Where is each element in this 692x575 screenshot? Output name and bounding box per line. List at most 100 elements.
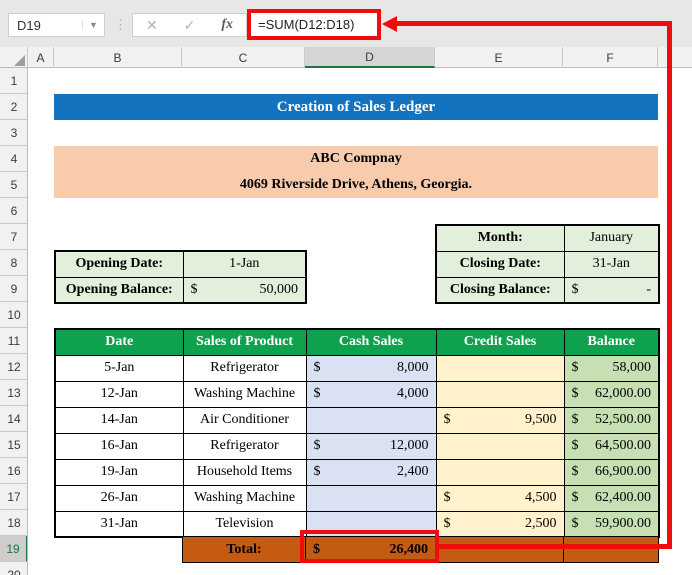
product-cell[interactable]: Television xyxy=(182,510,307,538)
total-credit-cell[interactable] xyxy=(435,536,564,563)
row-header-4[interactable]: 4 xyxy=(0,146,27,172)
credit-sales-cell[interactable]: $4,500 xyxy=(435,484,565,512)
date-cell[interactable]: 16-Jan xyxy=(54,432,184,460)
column-header-g-partial[interactable] xyxy=(658,47,692,68)
sheet-body[interactable]: Creation of Sales Ledger ABC Compnay 406… xyxy=(28,68,692,575)
row-header-10[interactable]: 10 xyxy=(0,302,27,328)
info-value-cell[interactable]: January xyxy=(563,224,660,252)
currency-sign: $ xyxy=(443,515,451,531)
title-banner-cell[interactable]: Creation of Sales Ledger xyxy=(54,94,658,120)
currency-sign: $ xyxy=(571,438,579,453)
row-header-20[interactable]: 20 xyxy=(0,562,27,575)
ledger-header-balance[interactable]: Balance xyxy=(563,328,660,356)
balance-cell[interactable]: $62,000.00 xyxy=(563,380,660,408)
credit-sales-cell[interactable]: $9,500 xyxy=(435,406,565,434)
row-header-17[interactable]: 17 xyxy=(0,484,27,510)
row-header-6[interactable]: 6 xyxy=(0,198,27,224)
balance-cell[interactable]: $66,900.00 xyxy=(563,458,660,486)
info-label-cell[interactable]: Month: xyxy=(435,224,565,252)
date-cell[interactable]: 14-Jan xyxy=(54,406,184,434)
amount: 12,000 xyxy=(390,438,429,453)
currency-sign: $ xyxy=(313,464,321,479)
company-banner-cell[interactable]: ABC Compnay 4069 Riverside Drive, Athens… xyxy=(54,146,658,198)
column-header-e[interactable]: E xyxy=(435,47,563,68)
credit-sales-cell[interactable]: $2,500 xyxy=(435,510,565,538)
name-box[interactable]: D19 ▼ xyxy=(8,13,105,37)
enter-icon[interactable]: ✓ xyxy=(184,17,196,34)
ledger-header-product[interactable]: Sales of Product xyxy=(182,328,307,356)
row-header-16[interactable]: 16 xyxy=(0,458,27,484)
date-cell[interactable]: 5-Jan xyxy=(54,354,184,382)
balance-cell[interactable]: $64,500.00 xyxy=(563,432,660,460)
product-cell[interactable]: Household Items xyxy=(182,458,307,486)
cash-sales-cell[interactable]: $4,000 xyxy=(305,380,437,408)
column-header-b[interactable]: B xyxy=(54,47,182,68)
row-header-12[interactable]: 12 xyxy=(0,354,27,380)
total-balance-cell[interactable] xyxy=(563,536,659,563)
credit-sales-cell[interactable] xyxy=(435,432,565,460)
row-header-8[interactable]: 8 xyxy=(0,250,27,276)
ledger-header-credit[interactable]: Credit Sales xyxy=(435,328,565,356)
sales-ledger-table: Date Sales of Product Cash Sales Credit … xyxy=(54,328,660,538)
credit-sales-cell[interactable] xyxy=(435,458,565,486)
column-header-d-selected[interactable]: D xyxy=(305,47,435,68)
cash-sales-cell[interactable]: $8,000 xyxy=(305,354,437,382)
row-header-18[interactable]: 18 xyxy=(0,510,27,536)
info-value-cell[interactable]: 1-Jan xyxy=(182,250,307,278)
ledger-header-date[interactable]: Date xyxy=(54,328,184,356)
row-header-5[interactable]: 5 xyxy=(0,172,27,198)
date-cell[interactable]: 19-Jan xyxy=(54,458,184,486)
date-cell[interactable]: 26-Jan xyxy=(54,484,184,512)
column-header-c[interactable]: C xyxy=(182,47,305,68)
row-header-14[interactable]: 14 xyxy=(0,406,27,432)
column-header-f[interactable]: F xyxy=(563,47,658,68)
row-header-3[interactable]: 3 xyxy=(0,120,27,146)
row-header-1[interactable]: 1 xyxy=(0,68,27,94)
product-cell[interactable]: Washing Machine xyxy=(182,484,307,512)
balance-cell[interactable]: $59,900.00 xyxy=(563,510,660,538)
formula-buttons: ✕ ✓ fx xyxy=(132,13,247,37)
info-label-cell[interactable]: Opening Balance: xyxy=(54,276,184,304)
product-cell[interactable]: Refrigerator xyxy=(182,354,307,382)
cash-sales-cell[interactable] xyxy=(305,406,437,434)
balance-cell[interactable]: $62,400.00 xyxy=(563,484,660,512)
name-box-dropdown-icon[interactable]: ▼ xyxy=(82,20,104,30)
date-cell[interactable]: 31-Jan xyxy=(54,510,184,538)
row-header-9[interactable]: 9 xyxy=(0,276,27,302)
product-cell[interactable]: Air Conditioner xyxy=(182,406,307,434)
select-all-corner[interactable] xyxy=(0,47,28,68)
info-value-cell[interactable]: $ - xyxy=(563,276,660,304)
info-value-cell[interactable]: $50,000 xyxy=(182,276,307,304)
currency-sign: $ xyxy=(313,438,321,453)
info-label-cell[interactable]: Opening Date: xyxy=(54,250,184,278)
cancel-icon[interactable]: ✕ xyxy=(146,17,158,34)
row-header-13[interactable]: 13 xyxy=(0,380,27,406)
info-value-cell[interactable]: 31-Jan xyxy=(563,250,660,278)
row-header-19[interactable]: 19 xyxy=(0,536,27,562)
column-header-a[interactable]: A xyxy=(28,47,54,68)
ledger-header-cash[interactable]: Cash Sales xyxy=(305,328,437,356)
row-header-7[interactable]: 7 xyxy=(0,224,27,250)
amount: 66,900.00 xyxy=(595,464,651,479)
row-header-15[interactable]: 15 xyxy=(0,432,27,458)
insert-function-icon[interactable]: fx xyxy=(221,17,233,33)
cash-sales-cell[interactable] xyxy=(305,484,437,512)
cash-sales-cell[interactable]: $2,400 xyxy=(305,458,437,486)
date-cell[interactable]: 12-Jan xyxy=(54,380,184,408)
credit-sales-cell[interactable] xyxy=(435,380,565,408)
info-label-cell[interactable]: Closing Date: xyxy=(435,250,565,278)
product-cell[interactable]: Refrigerator xyxy=(182,432,307,460)
product-cell[interactable]: Washing Machine xyxy=(182,380,307,408)
credit-sales-cell[interactable] xyxy=(435,354,565,382)
balance-cell[interactable]: $58,000 xyxy=(563,354,660,382)
currency-sign: $ xyxy=(571,412,579,427)
ledger-data-row: 16-Jan Refrigerator $12,000 $64,500.00 xyxy=(54,432,660,460)
balance-cell[interactable]: $52,500.00 xyxy=(563,406,660,434)
formula-input-highlighted[interactable]: =SUM(D12:D18) xyxy=(247,9,381,40)
info-label-cell[interactable]: Closing Balance: xyxy=(435,276,565,304)
row-header-2[interactable]: 2 xyxy=(0,94,27,120)
total-label-cell[interactable]: Total: xyxy=(182,536,306,563)
cash-sales-cell[interactable]: $12,000 xyxy=(305,432,437,460)
row-header-11[interactable]: 11 xyxy=(0,328,27,354)
excel-window: D19 ▼ ⋮ ✕ ✓ fx =SUM(D12:D18) A B C D E F… xyxy=(0,0,692,575)
